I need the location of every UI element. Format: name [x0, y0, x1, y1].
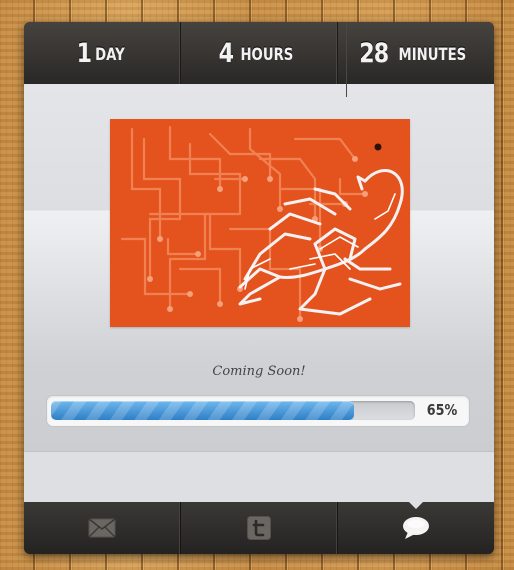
social-mail-button[interactable] — [24, 502, 181, 554]
coming-soon-panel: 1 DAY 4 HOURS 28 MINUTES Coming Soon! 65… — [24, 22, 494, 554]
twitter-icon — [247, 516, 271, 540]
content-footer — [24, 451, 494, 503]
social-bar — [24, 501, 494, 554]
mail-icon — [88, 518, 116, 538]
countdown-bar: 1 DAY 4 HOURS 28 MINUTES — [24, 22, 494, 84]
progress-track — [51, 401, 415, 420]
countdown-days: 1 DAY — [24, 22, 181, 84]
coming-soon-text: Coming Soon! — [212, 364, 306, 379]
social-twitter-button[interactable] — [181, 502, 338, 554]
social-chat-button[interactable] — [338, 501, 494, 554]
progress-bar: 65% — [46, 395, 470, 427]
countdown-minutes: 28 MINUTES — [338, 22, 494, 84]
countdown-hours: 4 HOURS — [181, 22, 338, 84]
artwork-image — [110, 119, 410, 327]
chat-bubble-icon — [403, 517, 429, 539]
progress-percent-label: 65% — [426, 401, 458, 419]
minutes-unit: MINUTES — [398, 45, 467, 65]
hours-value: 4 — [218, 37, 234, 69]
days-value: 1 — [76, 37, 92, 69]
scorpion-circuit-artwork — [110, 119, 410, 327]
minutes-value: 28 — [359, 37, 389, 69]
progress-fill — [51, 401, 355, 420]
active-indicator — [408, 501, 424, 509]
days-unit: DAY — [95, 45, 125, 65]
hours-unit: HOURS — [240, 45, 294, 65]
main-content: Coming Soon! 65% — [24, 22, 494, 503]
hanging-wire — [346, 22, 347, 97]
